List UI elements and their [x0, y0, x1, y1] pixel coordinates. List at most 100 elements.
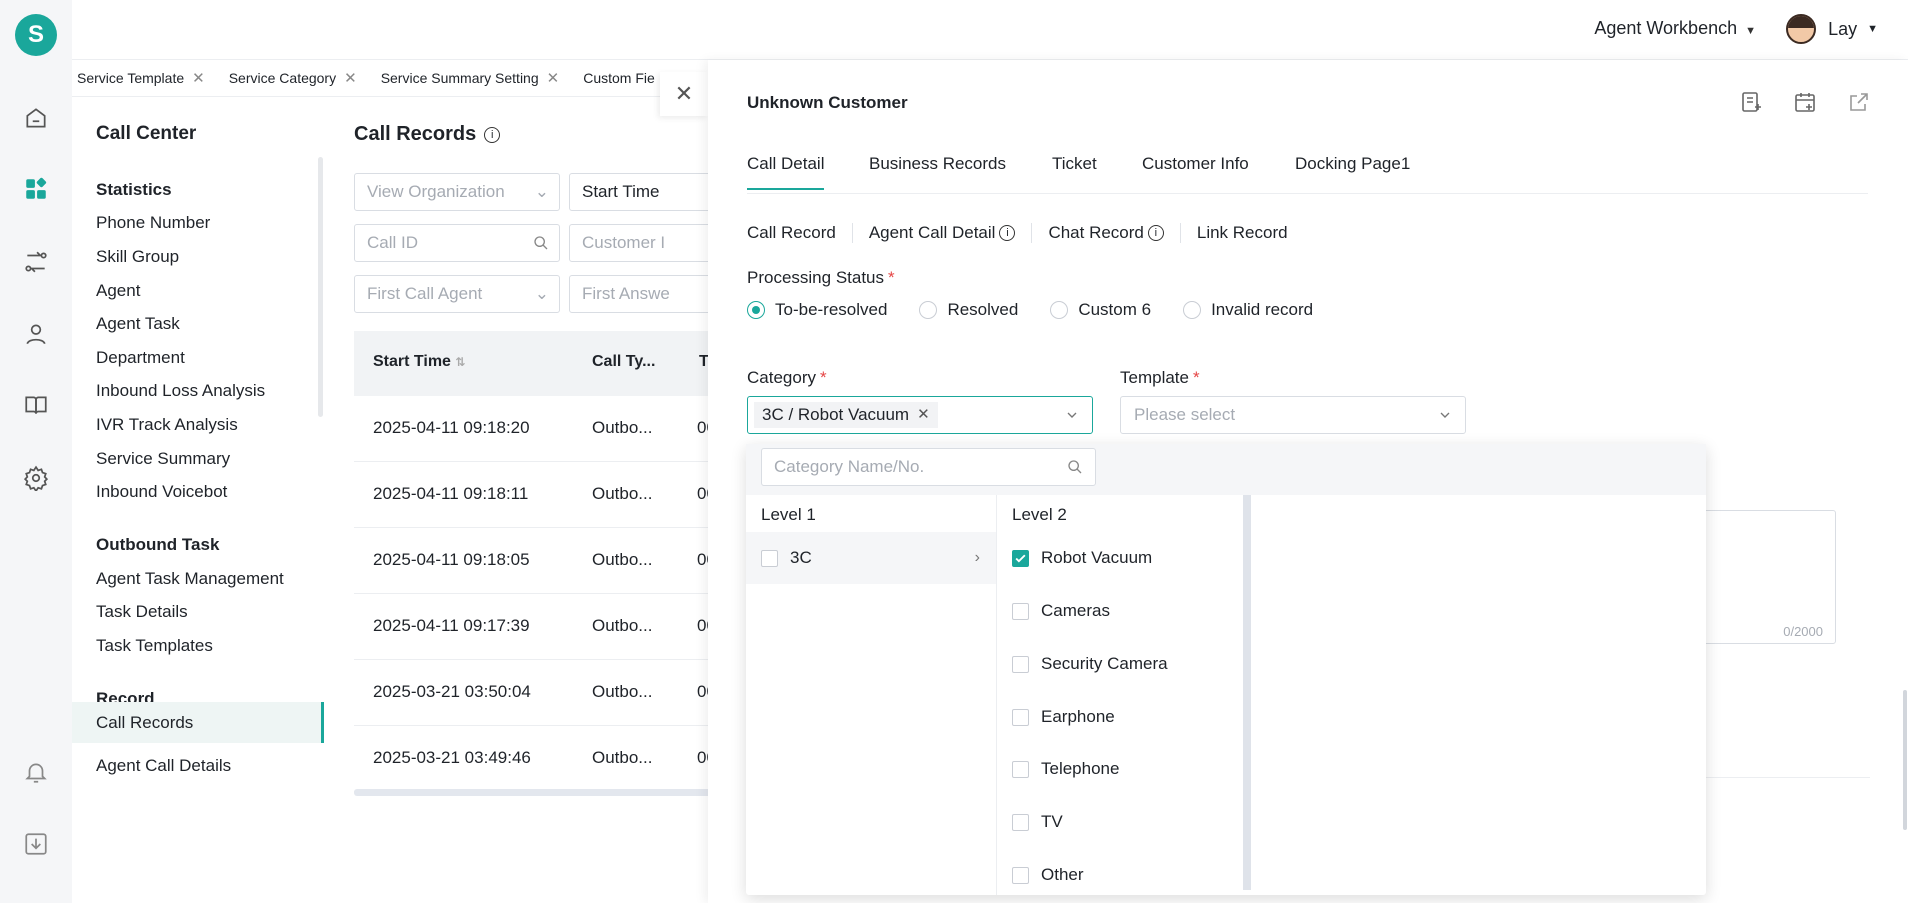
view-organization-select[interactable]: View Organization ⌄	[354, 173, 560, 211]
contacts-icon[interactable]	[22, 320, 50, 348]
cascader-option-earphone[interactable]: Earphone	[997, 691, 1245, 743]
workbench-label: Agent Workbench	[1594, 18, 1738, 38]
table-row[interactable]: 2025-04-11 09:18:20 Outbo... 00	[354, 396, 734, 462]
radio-to-be-resolved[interactable]: To-be-resolved	[747, 300, 887, 320]
sidebar-item[interactable]: Task Templates	[96, 636, 213, 656]
page-tab[interactable]: Service Summary Setting ✕	[376, 69, 565, 87]
notification-bell-icon[interactable]	[22, 758, 50, 786]
table-row[interactable]: 2025-03-21 03:50:04 Outbo... 00	[354, 660, 734, 726]
tab-business-records[interactable]: Business Records	[869, 154, 1006, 174]
tab-ticket[interactable]: Ticket	[1052, 154, 1097, 174]
table-horizontal-scrollbar[interactable]	[354, 789, 734, 796]
sidebar-item[interactable]: IVR Track Analysis	[96, 415, 238, 435]
first-call-agent-select[interactable]: First Call Agent ⌄	[354, 275, 560, 313]
sidebar-item[interactable]: Task Details	[96, 602, 188, 622]
page-tab-strip: Service Template ✕ Service Category ✕ Serv…	[72, 60, 712, 97]
tab-docking-page1[interactable]: Docking Page1	[1295, 154, 1410, 174]
info-icon[interactable]: i	[484, 126, 501, 143]
table-row[interactable]: 2025-03-21 03:49:46 Outbo... 00	[354, 726, 734, 792]
option-label: Earphone	[1041, 707, 1115, 726]
open-external-icon[interactable]	[1845, 88, 1873, 116]
caret-down-icon: ▼	[1745, 25, 1756, 37]
routing-icon[interactable]	[22, 248, 50, 276]
checkbox[interactable]	[1012, 866, 1029, 884]
tab-call-detail[interactable]: Call Detail	[747, 154, 825, 190]
remove-tag-icon[interactable]: ✕	[917, 402, 930, 428]
sort-icon[interactable]: ⇅	[455, 355, 465, 369]
calendar-add-icon[interactable]	[1791, 88, 1819, 116]
table-row[interactable]: 2025-04-11 09:18:05 Outbo... 00	[354, 528, 734, 594]
agent-workbench-dropdown[interactable]: Agent Workbench ▼	[1594, 18, 1756, 39]
drawer-scrollbar[interactable]	[1903, 690, 1907, 830]
close-icon[interactable]: ✕	[547, 69, 560, 87]
sidebar-item[interactable]: Agent Task	[96, 314, 180, 334]
cascader-option-tv[interactable]: TV	[997, 796, 1245, 848]
cell-call-type: Outbo...	[592, 616, 653, 635]
page-tab[interactable]: Service Category ✕	[224, 69, 362, 87]
sidebar-item[interactable]: Phone Number	[96, 213, 210, 233]
cascader-option-security-camera[interactable]: Security Camera	[997, 638, 1245, 690]
close-icon[interactable]: ✕	[192, 69, 205, 87]
checkbox[interactable]	[1012, 760, 1029, 778]
cascader-option-3c[interactable]: 3C ›	[746, 532, 996, 584]
cascader-option-cameras[interactable]: Cameras	[997, 585, 1245, 637]
sidebar-scrollbar[interactable]	[318, 157, 323, 417]
page-tab[interactable]: Custom Fie	[578, 70, 660, 86]
sidebar-item[interactable]: Department	[96, 348, 185, 368]
checkbox[interactable]	[1012, 813, 1029, 831]
call-id-input[interactable]: Call ID	[354, 224, 560, 262]
checkbox[interactable]	[1012, 708, 1029, 726]
settings-gear-icon[interactable]	[22, 464, 50, 492]
subtab-chat-record[interactable]: Chat Record i	[1048, 223, 1181, 243]
table-row[interactable]: 2025-04-11 09:17:39 Outbo... 00	[354, 594, 734, 660]
subtab-call-record[interactable]: Call Record	[747, 223, 853, 243]
info-icon[interactable]: i	[999, 225, 1016, 241]
close-icon[interactable]: ✕	[344, 69, 357, 87]
knowledge-book-icon[interactable]	[22, 391, 50, 419]
radio-resolved[interactable]: Resolved	[919, 300, 1018, 320]
home-icon[interactable]	[22, 104, 50, 132]
sidebar-item[interactable]: Service Summary	[96, 449, 230, 469]
user-menu[interactable]: Lay ▼	[1786, 14, 1878, 44]
radio-invalid-record[interactable]: Invalid record	[1183, 300, 1313, 320]
column-header-call-type[interactable]: Call Ty...	[592, 353, 655, 371]
cascader-option-telephone[interactable]: Telephone	[997, 743, 1245, 795]
avatar	[1786, 14, 1817, 44]
checkbox-checked[interactable]	[1012, 549, 1029, 567]
sidebar-item[interactable]: Agent	[96, 281, 140, 301]
cascader-search-bar: Category Name/No.	[746, 444, 1706, 495]
sidebar-item-call-records[interactable]: Call Records	[72, 702, 324, 743]
drawer-close-button[interactable]: ✕	[660, 72, 708, 116]
subtab-link-record[interactable]: Link Record	[1197, 223, 1304, 243]
page-tab[interactable]: Service Template ✕	[72, 69, 210, 87]
radio-custom-6[interactable]: Custom 6	[1050, 300, 1151, 320]
checkbox[interactable]	[1012, 602, 1029, 620]
search-icon	[1068, 460, 1082, 474]
category-search-input[interactable]: Category Name/No.	[761, 448, 1096, 486]
checkbox[interactable]	[761, 549, 778, 567]
column-header-start-time[interactable]: Start Time ⇅	[373, 353, 465, 371]
sidebar-item[interactable]: Agent Call Details	[96, 756, 231, 776]
sidebar-item[interactable]: Inbound Voicebot	[96, 482, 227, 502]
template-select[interactable]: Please select	[1120, 396, 1466, 434]
add-note-icon[interactable]	[1737, 88, 1765, 116]
level2-header: Level 2	[1012, 505, 1067, 524]
sidebar-item[interactable]: Agent Task Management	[96, 569, 284, 589]
table-row[interactable]: 2025-04-11 09:18:11 Outbo... 00	[354, 462, 734, 528]
sidebar-item[interactable]: Skill Group	[96, 247, 179, 267]
download-icon[interactable]	[22, 830, 50, 858]
checkbox[interactable]	[1012, 655, 1029, 673]
page-tab-label: Service Template	[77, 70, 185, 86]
info-icon[interactable]: i	[1147, 225, 1164, 241]
dashboard-icon[interactable]	[22, 175, 50, 203]
cascader-option-other[interactable]: Other	[997, 849, 1245, 901]
category-cascader-select[interactable]: 3C / Robot Vacuum ✕	[747, 396, 1093, 434]
app-logo[interactable]: S	[15, 14, 57, 56]
char-counter: 0/2000	[1783, 624, 1823, 639]
chevron-down-icon	[1067, 412, 1077, 418]
sidebar-item[interactable]: Inbound Loss Analysis	[96, 381, 265, 401]
cascader-option-robot-vacuum[interactable]: Robot Vacuum	[997, 532, 1245, 584]
tab-customer-info[interactable]: Customer Info	[1142, 154, 1249, 174]
subtab-agent-call-detail[interactable]: Agent Call Detail i	[869, 223, 1033, 243]
cascader-column-scrollbar[interactable]	[1243, 495, 1251, 890]
